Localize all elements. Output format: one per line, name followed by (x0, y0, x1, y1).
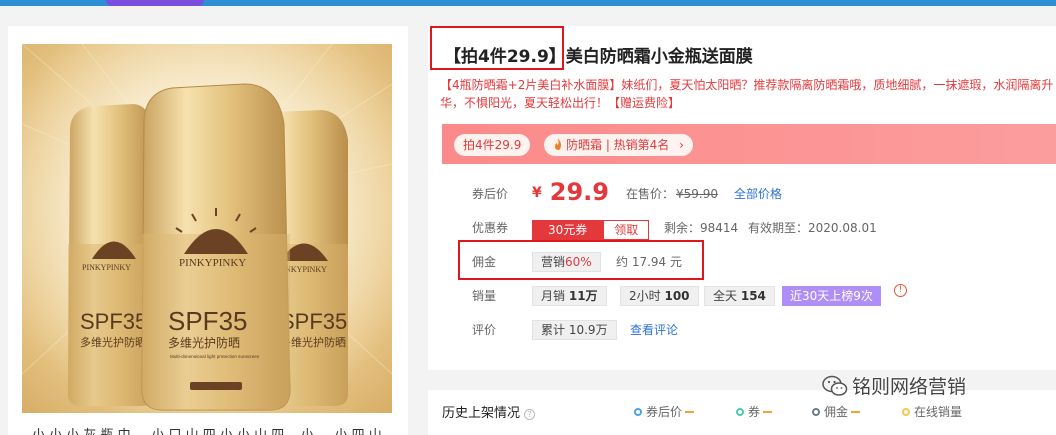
reviews-label: 评价 (472, 323, 497, 337)
promo-pill[interactable]: 拍4件29.9 (454, 134, 531, 156)
coupon-price: ¥29.9 (532, 178, 609, 206)
history-title: 历史上架情况? (442, 402, 536, 421)
svg-text:PINKYPINKY: PINKYPINKY (179, 257, 246, 269)
coupon-amount[interactable]: 30元券 (532, 220, 604, 240)
image-caption: 小 小 小 灰 瓶 中 ... 小 口 山 四 小 小 山 四 ...小 ...… (32, 424, 402, 435)
svg-text:多维光护防晒: 多维光护防晒 (168, 335, 240, 350)
sales-row: 销量 月销 11万 2小时 100 全天 154 近30天上榜9次 ! (442, 284, 1056, 308)
legend-online-sales[interactable]: 在线销量 (902, 403, 962, 420)
title-text: 美白防晒霜小金瓶送面膜 (565, 47, 753, 67)
product-title: 【拍4件29.9】美白防晒霜小金瓶送面膜 (444, 42, 753, 67)
chevron-right-icon: › (679, 138, 684, 152)
product-image-card: PINKYPINKY SPF35 多维光护防晒 PINKYPINKY SPF35… (8, 26, 408, 435)
rank-count-badge[interactable]: 近30天上榜9次 (782, 286, 881, 306)
wechat-icon (822, 375, 848, 396)
daily-sales: 全天 154 (704, 286, 775, 306)
two-hour-sales: 2小时 100 (620, 286, 699, 306)
title-promo-tag: 【拍4件29.9】 (444, 47, 566, 67)
bottle-label-strip (190, 382, 242, 390)
legend-commission[interactable]: 佣金 (812, 403, 861, 420)
info-icon[interactable]: ! (894, 284, 907, 297)
svg-text:SPF35: SPF35 (168, 306, 248, 336)
product-info-card: 【拍4件29.9】美白防晒霜小金瓶送面膜 【4瓶防晒霜+2片美白补水面膜】妹纸们… (428, 26, 1056, 370)
coupon-label: 优惠券 (472, 221, 509, 235)
active-tab-marker[interactable] (106, 0, 204, 6)
product-description: 【4瓶防晒霜+2片美白补水面膜】妹纸们，夏天怕太阳晒？推荐款隔离防晒霜哦，质地细… (440, 78, 1054, 110)
top-nav-bar (0, 0, 1056, 6)
onsale-label: 在售价： (626, 187, 675, 201)
flame-icon (555, 138, 561, 150)
price-label: 券后价 (472, 187, 509, 201)
bottle-left: PINKYPINKY SPF35 多维光护防晒 (68, 104, 154, 406)
svg-text:Multi-dimensional light protec: Multi-dimensional light protection sunsc… (170, 354, 260, 359)
coupon-remaining: 剩余：98414 (664, 221, 739, 235)
price-row: 券后价 ¥29.9 在售价： ¥59.90 全部价格 (442, 178, 1056, 206)
total-reviews: 累计 10.9万 (532, 320, 617, 340)
promo-bar: 拍4件29.9 防晒霜 | 热销第4名 › (442, 124, 1056, 164)
reviews-row: 评价 累计 10.9万 查看评论 (442, 318, 1056, 342)
claim-coupon-button[interactable]: 领取 (603, 220, 650, 240)
svg-text:SPF35: SPF35 (280, 309, 347, 334)
bottle-center: PINKYPINKY SPF35 多维光护防晒 Multi-dimensiona… (141, 83, 291, 411)
svg-text:多维光护防晒: 多维光护防晒 (80, 335, 146, 349)
help-icon[interactable]: ? (524, 409, 536, 420)
svg-text:SPF35: SPF35 (80, 309, 147, 334)
legend-coupon-price[interactable]: 券后价 (634, 403, 695, 420)
legend-coupon[interactable]: 券 (736, 403, 773, 420)
monthly-sales: 月销 11万 (532, 286, 607, 306)
sales-label: 销量 (472, 289, 497, 303)
rank-pill[interactable]: 防晒霜 | 热销第4名 › (544, 134, 693, 156)
all-prices-link[interactable]: 全部价格 (734, 182, 782, 206)
onsale-price: ¥59.90 (676, 187, 718, 201)
svg-text:PINKYPINKY: PINKYPINKY (82, 263, 131, 272)
coupon-row: 优惠券 30元券 领取 剩余：98414 有效期至：2020.08.01 (442, 216, 1056, 240)
coupon-valid-until: 有效期至：2020.08.01 (748, 221, 877, 235)
product-image[interactable]: PINKYPINKY SPF35 多维光护防晒 PINKYPINKY SPF35… (22, 44, 392, 413)
rank-text: 防晒霜 | 热销第4名 (566, 138, 670, 152)
sunscreen-bottles-illustration: PINKYPINKY SPF35 多维光护防晒 PINKYPINKY SPF35… (22, 44, 392, 413)
commission-highlight-box (458, 240, 704, 280)
wechat-watermark: 铭则网络营销 (822, 372, 966, 399)
view-reviews-link[interactable]: 查看评论 (630, 318, 678, 342)
